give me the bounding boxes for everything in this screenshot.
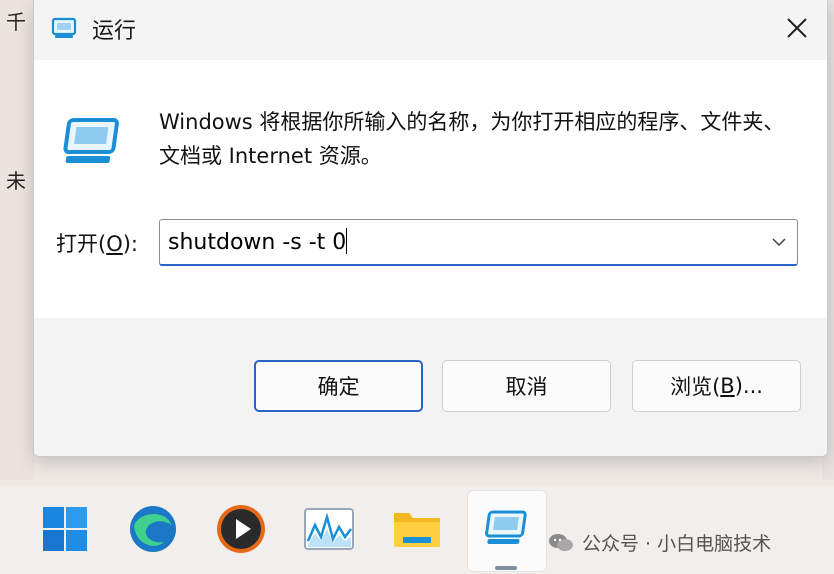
run-program-icon [63, 118, 119, 163]
desktop-text-fragment: 千 [6, 10, 26, 34]
desktop-text-fragment: 未 [6, 169, 26, 193]
browse-label-suffix: )... [734, 374, 763, 398]
performance-monitor-icon[interactable] [302, 502, 356, 556]
text-cursor [346, 228, 348, 254]
taskbar-running-indicator [495, 566, 517, 570]
dialog-button-bar: 确定 取消 浏览(B)... [34, 318, 827, 456]
chevron-down-icon[interactable] [771, 234, 787, 250]
command-input[interactable]: shutdown -s -t 0 [168, 228, 348, 255]
file-explorer-icon[interactable] [390, 502, 444, 556]
browse-button[interactable]: 浏览(B)... [632, 360, 801, 412]
close-icon [787, 18, 807, 38]
taskbar: 公众号 · 小白电脑技术 [0, 486, 834, 574]
open-label-prefix: 打开( [56, 232, 107, 256]
open-label-accesskey: O [106, 232, 123, 256]
run-dialog: 运行 Windows 将根据你所输入的名称，为你打开相应的程序、文件夹、文档或 … [33, 0, 828, 457]
open-label-suffix: ): [122, 232, 139, 256]
dialog-description: Windows 将根据你所输入的名称，为你打开相应的程序、文件夹、文档或 Int… [159, 110, 785, 168]
watermark-text: 公众号 · 小白电脑技术 [582, 533, 772, 555]
windows-start-icon[interactable] [38, 502, 92, 556]
dialog-content: Windows 将根据你所输入的名称，为你打开相应的程序、文件夹、文档或 Int… [34, 60, 827, 318]
open-field-label: 打开(O): [56, 228, 138, 258]
media-player-icon[interactable] [214, 502, 268, 556]
desktop-background-left [0, 0, 34, 480]
ok-button[interactable]: 确定 [254, 360, 423, 412]
open-command-combobox[interactable]: shutdown -s -t 0 [159, 219, 798, 266]
browse-label-prefix: 浏览( [670, 375, 721, 399]
browse-label-accesskey: B [720, 374, 735, 398]
window-title: 运行 [92, 19, 137, 44]
watermark: 公众号 · 小白电脑技术 [548, 529, 771, 556]
command-input-text: shutdown -s -t 0 [168, 230, 347, 255]
run-dialog-icon[interactable] [478, 502, 532, 556]
run-app-icon [51, 17, 77, 38]
edge-browser-icon[interactable] [126, 502, 180, 556]
close-button[interactable] [767, 0, 827, 56]
title-bar[interactable]: 运行 [34, 0, 827, 60]
cancel-button[interactable]: 取消 [442, 360, 611, 412]
wechat-icon [549, 533, 573, 551]
